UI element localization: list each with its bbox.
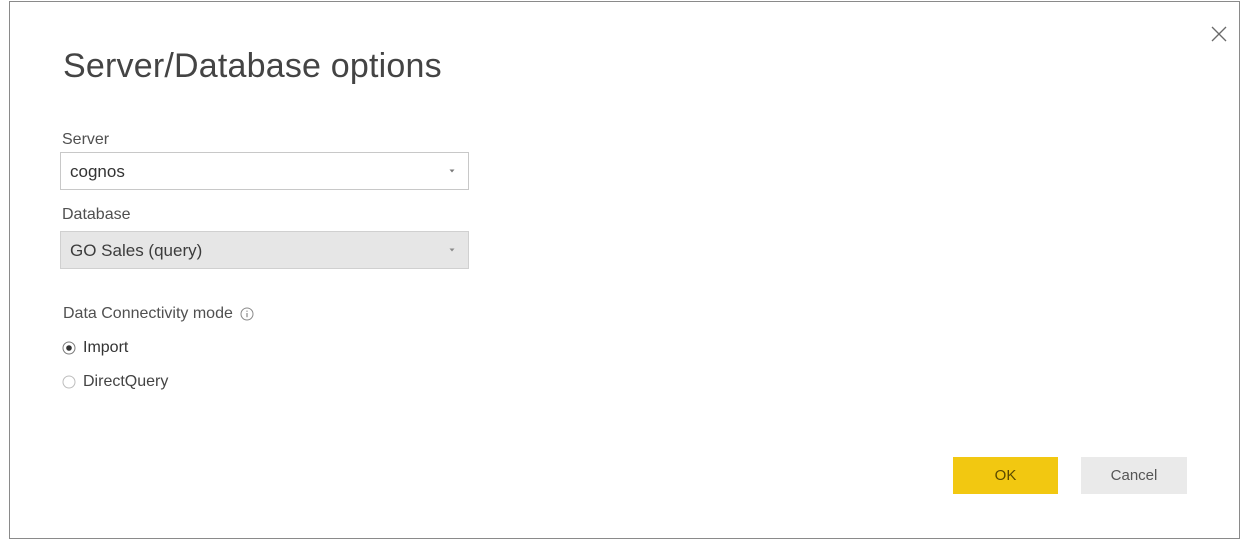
connectivity-mode-label: Data Connectivity mode — [63, 305, 254, 323]
ok-button[interactable]: OK — [953, 457, 1058, 494]
connectivity-mode-text: Data Connectivity mode — [63, 305, 233, 322]
radio-directquery[interactable]: DirectQuery — [62, 373, 168, 391]
radio-import[interactable]: Import — [62, 339, 128, 357]
server-label: Server — [62, 131, 110, 148]
info-icon[interactable] — [240, 307, 254, 321]
radio-unselected-icon — [62, 375, 76, 389]
database-label: Database — [62, 206, 131, 223]
dialog-title: Server/Database options — [63, 47, 442, 85]
database-dropdown[interactable]: GO Sales (query) — [60, 231, 469, 269]
radio-directquery-label: DirectQuery — [83, 373, 169, 390]
database-value: GO Sales (query) — [70, 241, 203, 260]
chevron-down-icon — [449, 248, 455, 252]
server-dropdown[interactable]: cognos — [60, 152, 469, 190]
server-value: cognos — [70, 162, 125, 181]
radio-import-label: Import — [83, 339, 129, 356]
radio-selected-icon — [62, 341, 76, 355]
close-icon — [1211, 26, 1227, 42]
cancel-button[interactable]: Cancel — [1081, 457, 1187, 494]
close-button[interactable] — [1207, 22, 1233, 48]
server-database-options-dialog: Server/Database options Server cognos Da… — [9, 1, 1240, 539]
chevron-down-icon — [449, 169, 455, 173]
